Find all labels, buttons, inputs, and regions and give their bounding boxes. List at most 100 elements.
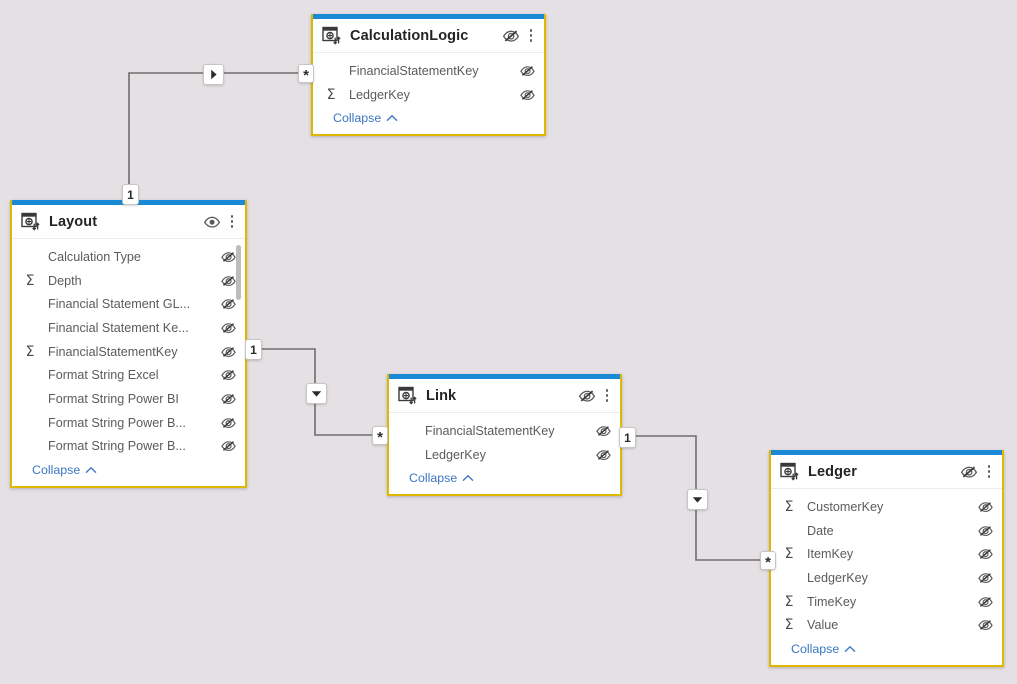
sigma-aggregate-icon: Σ [25,272,35,289]
field-name: TimeKey [807,594,857,609]
field-name: LedgerKey [349,87,410,102]
field-name: Format String Power B... [48,415,186,430]
eye-hidden-icon[interactable] [220,249,237,265]
field-row[interactable]: Format String Excel [12,363,245,387]
field-row[interactable]: Σ LedgerKey [313,83,544,107]
field-row[interactable]: Format String Power B... [12,411,245,435]
table-header-layout[interactable]: Layout [12,205,245,239]
cardinality-badge-many-link[interactable]: * [372,426,388,445]
field-row[interactable]: Format String Power B... [12,435,245,459]
table-card-layout[interactable]: Layout Calculation Type Σ Depth Financia… [10,200,247,489]
sigma-aggregate-icon: Σ [784,593,794,610]
relationship-line-layout-calculationlogic [128,72,303,197]
field-row[interactable]: Σ TimeKey [771,590,1002,614]
field-name: LedgerKey [425,447,486,462]
kebab-menu-icon[interactable] [225,212,239,232]
eye-hidden-icon[interactable] [220,367,237,383]
collapse-control-ledger[interactable]: Collapse [771,639,1002,665]
eye-hidden-icon[interactable] [220,344,237,360]
table-name-layout: Layout [49,213,98,230]
field-row[interactable]: FinancialStatementKey [389,419,620,443]
eye-hidden-icon[interactable] [977,594,994,610]
field-row[interactable]: Financial Statement Ke... [12,316,245,340]
eye-hidden-icon[interactable] [220,391,237,407]
field-row[interactable]: LedgerKey [771,566,1002,590]
chevron-up-icon [85,466,97,475]
eye-hidden-icon[interactable] [220,415,237,431]
kebab-menu-icon[interactable] [600,386,614,406]
field-name: Financial Statement Ke... [48,320,189,335]
field-name: FinancialStatementKey [349,63,479,78]
chevron-up-icon [844,645,856,654]
table-header-ledger[interactable]: Ledger [771,455,1002,489]
field-row[interactable]: FinancialStatementKey [313,59,544,83]
table-icon [322,26,341,45]
collapse-control-layout[interactable]: Collapse [12,460,245,486]
field-row[interactable]: Σ Value [771,613,1002,637]
table-icon [780,462,799,481]
eye-visible-icon[interactable] [203,213,221,231]
field-row[interactable]: Calculation Type [12,245,245,269]
eye-hidden-icon[interactable] [578,387,596,405]
cardinality-badge-many-calculationlogic[interactable]: * [298,64,314,83]
kebab-menu-icon[interactable] [982,462,996,482]
cross-filter-arrow-down-icon-2[interactable] [687,489,708,510]
eye-hidden-icon[interactable] [977,546,994,562]
eye-hidden-icon[interactable] [220,296,237,312]
field-list-scrollbar-thumb[interactable] [236,245,241,300]
field-row[interactable]: Financial Statement GL... [12,292,245,316]
field-row[interactable]: Format String Power BI [12,387,245,411]
field-row[interactable]: Σ Depth [12,269,245,293]
eye-hidden-icon[interactable] [977,499,994,515]
cardinality-badge-one-layout-link[interactable]: 1 [245,339,262,360]
eye-hidden-icon[interactable] [220,438,237,454]
diagram-canvas[interactable]: 1 * 1 * 1 * CalculationLogic FinancialSt… [0,0,1017,684]
field-row[interactable]: Σ ItemKey [771,542,1002,566]
field-name: Date [807,523,834,538]
kebab-menu-icon[interactable] [524,26,538,46]
field-row[interactable]: LedgerKey [389,443,620,467]
collapse-label: Collapse [791,642,840,657]
eye-hidden-icon[interactable] [220,273,237,289]
field-list-link: FinancialStatementKey LedgerKey [389,413,620,468]
field-name: FinancialStatementKey [425,423,555,438]
table-header-calculationlogic[interactable]: CalculationLogic [313,19,544,53]
cardinality-badge-one-layout-calculationlogic[interactable]: 1 [122,184,139,205]
cross-filter-arrow-down-icon[interactable] [306,383,327,404]
field-name: Financial Statement GL... [48,297,191,312]
field-row[interactable]: Σ CustomerKey [771,495,1002,519]
collapse-control-link[interactable]: Collapse [389,468,620,494]
eye-hidden-icon[interactable] [220,320,237,336]
eye-hidden-icon[interactable] [977,523,994,539]
cardinality-badge-many-ledger[interactable]: * [760,551,776,570]
eye-hidden-icon[interactable] [519,87,536,103]
table-name-link: Link [426,387,457,404]
collapse-control-calculationlogic[interactable]: Collapse [313,108,544,134]
table-card-ledger[interactable]: Ledger Σ CustomerKey Date Σ ItemKey Ledg… [769,450,1004,668]
field-name: Format String Power B... [48,439,186,454]
field-row[interactable]: Σ FinancialStatementKey [12,340,245,364]
table-header-link[interactable]: Link [389,379,620,413]
table-card-calculationlogic[interactable]: CalculationLogic FinancialStatementKey Σ… [311,14,546,137]
eye-hidden-icon[interactable] [595,447,612,463]
eye-hidden-icon[interactable] [977,617,994,633]
eye-hidden-icon[interactable] [519,63,536,79]
eye-hidden-icon[interactable] [502,27,520,45]
collapse-label: Collapse [32,463,81,478]
chevron-up-icon [386,114,398,123]
sigma-aggregate-icon: Σ [25,343,35,360]
eye-hidden-icon[interactable] [960,463,978,481]
field-list-ledger: Σ CustomerKey Date Σ ItemKey LedgerKey Σ… [771,489,1002,639]
field-list-layout: Calculation Type Σ Depth Financial State… [12,239,245,460]
field-name: CustomerKey [807,499,884,514]
cross-filter-arrow-right-icon[interactable] [203,64,224,85]
cardinality-badge-one-link-ledger[interactable]: 1 [619,427,636,448]
table-card-link[interactable]: Link FinancialStatementKey LedgerKey Col… [387,374,622,497]
collapse-label: Collapse [409,471,458,486]
eye-hidden-icon[interactable] [595,423,612,439]
field-list-calculationlogic: FinancialStatementKey Σ LedgerKey [313,53,544,108]
field-name: Depth [48,273,82,288]
table-name-calculationlogic: CalculationLogic [350,27,469,44]
field-row[interactable]: Date [771,519,1002,543]
eye-hidden-icon[interactable] [977,570,994,586]
